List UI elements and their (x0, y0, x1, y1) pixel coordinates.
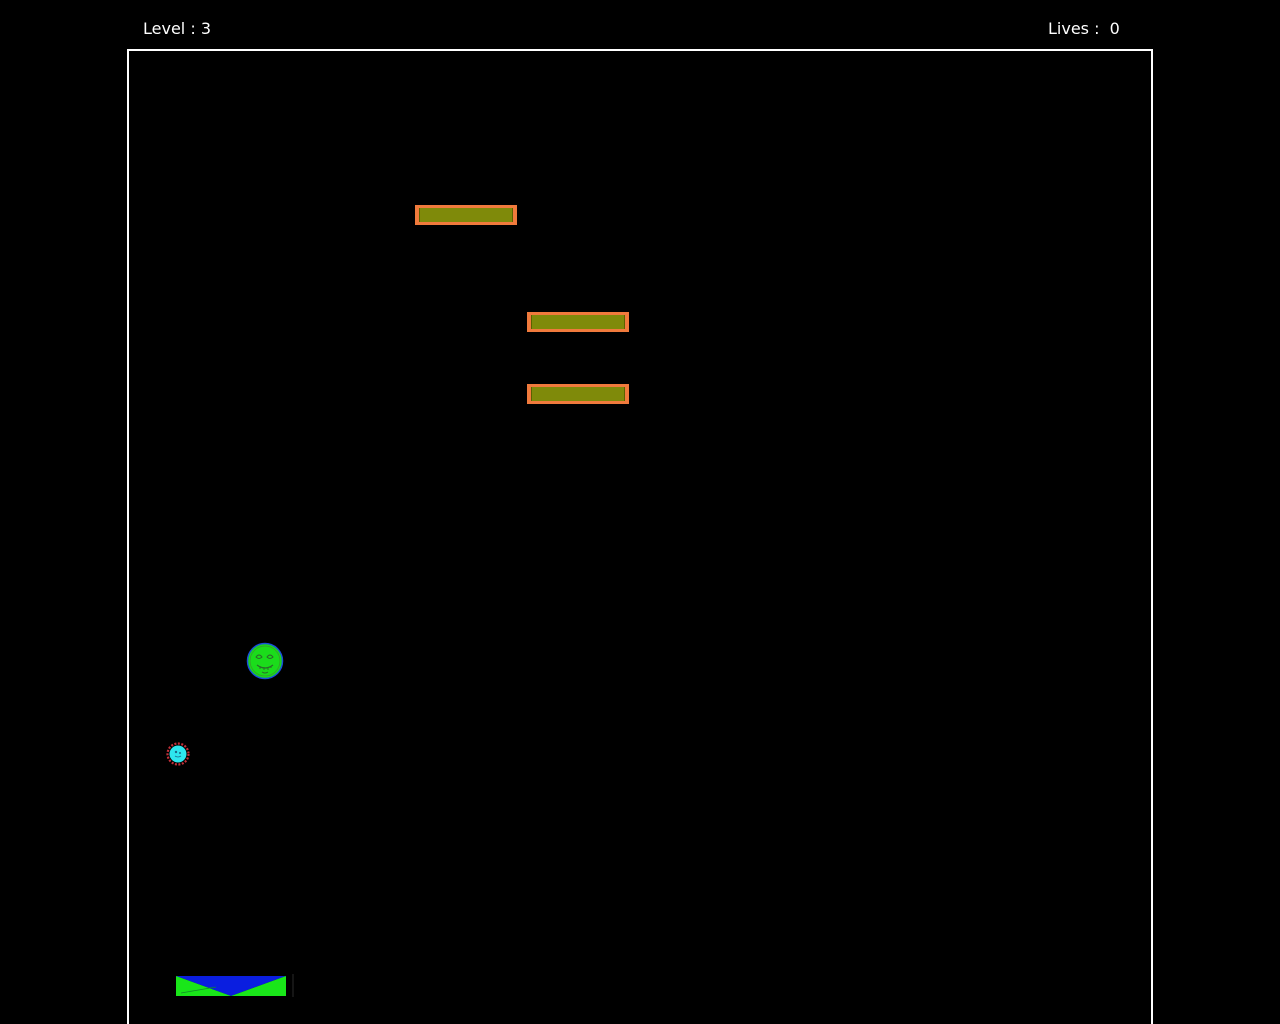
brick (527, 384, 629, 404)
smiley-face-ball-icon (246, 642, 284, 680)
spiky-ball-icon (166, 742, 190, 766)
level-label: Level : (143, 19, 196, 38)
lives-label: Lives : (1048, 19, 1100, 38)
playfield-frame[interactable] (127, 49, 1153, 1024)
brick (527, 312, 629, 332)
game-screen[interactable]: Level : 3 Lives : 0 (0, 0, 1280, 1024)
lives-indicator: Lives : 0 (1048, 19, 1120, 39)
brick (415, 205, 517, 225)
level-value: 3 (200, 19, 211, 38)
lives-value: 0 (1109, 19, 1120, 38)
paddle[interactable] (176, 973, 296, 999)
level-indicator: Level : 3 (143, 19, 211, 39)
